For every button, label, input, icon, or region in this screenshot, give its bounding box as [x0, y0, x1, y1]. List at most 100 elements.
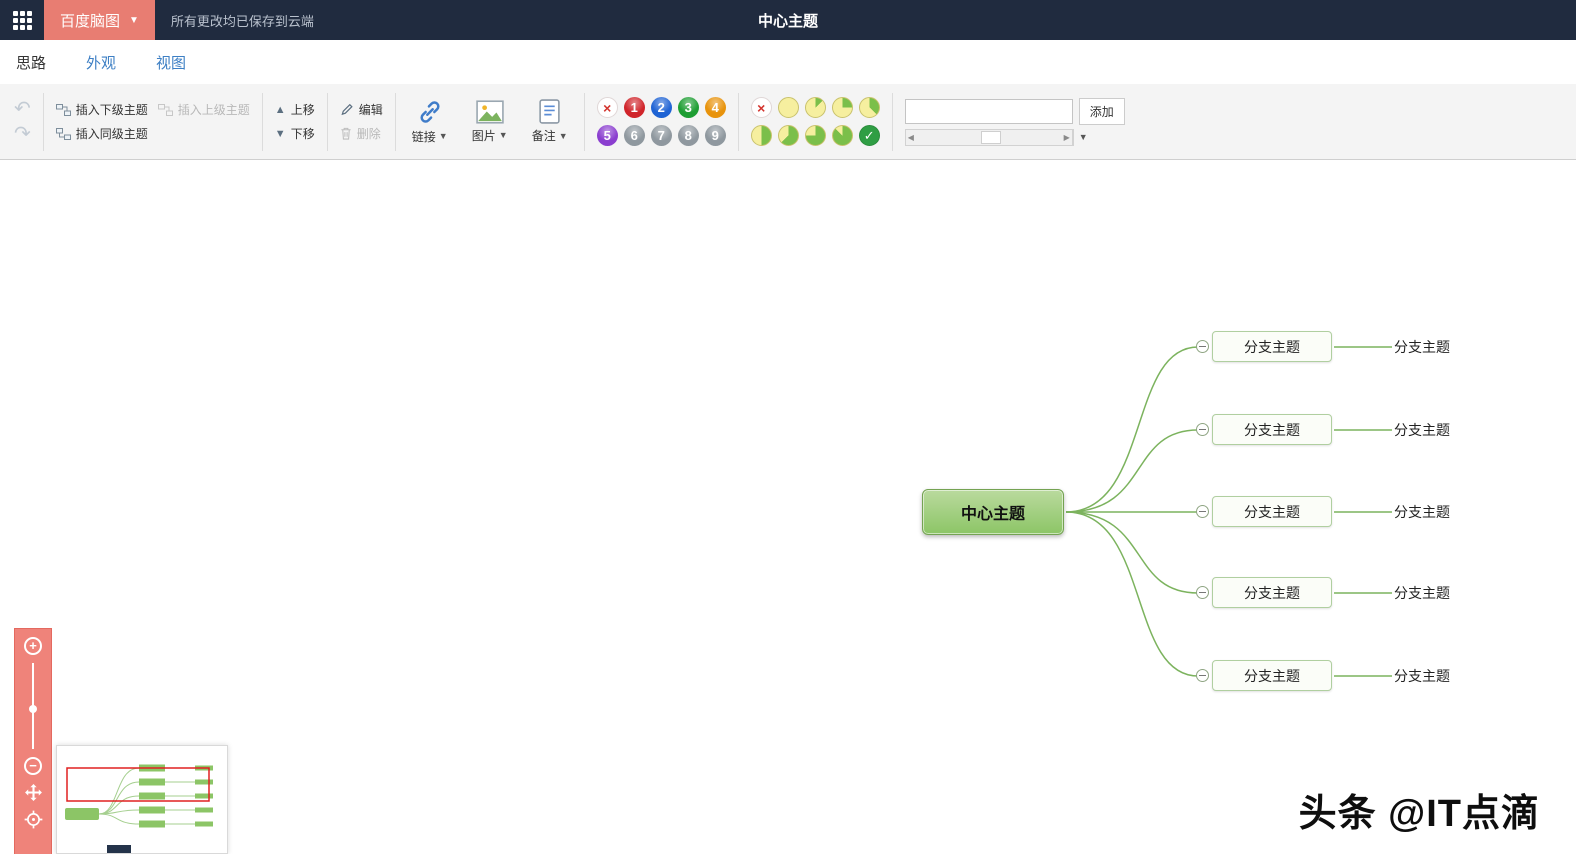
collapse-icon[interactable]: [1196, 340, 1209, 353]
priority-8-icon[interactable]: 8: [677, 125, 699, 146]
watermark: 头条 @IT点滴: [1298, 793, 1540, 835]
progress-2-icon[interactable]: [831, 97, 853, 118]
chevron-down-icon: ▼: [558, 130, 568, 141]
image-button[interactable]: 图片 ▼: [468, 99, 512, 144]
tag-scrollbar[interactable]: ◀ ▶: [904, 128, 1073, 146]
branch-node[interactable]: 分支主题: [1212, 496, 1332, 527]
zoom-out-button[interactable]: −: [24, 757, 42, 775]
divider: [261, 92, 263, 151]
progress-4-icon[interactable]: [750, 125, 772, 146]
crosshair-icon: [24, 810, 42, 829]
brand-label: 百度脑图: [60, 12, 121, 30]
tag-group: 添加 ◀ ▶ ▼: [897, 97, 1133, 146]
sub-topic-node[interactable]: 分支主题: [1394, 583, 1450, 603]
ribbon-tabbar: 思路 外观 视图: [0, 40, 1576, 84]
progress-6-icon[interactable]: [804, 125, 826, 146]
document-title: 中心主题: [757, 12, 819, 30]
scroll-right-icon[interactable]: ▶: [1064, 133, 1070, 142]
link-icon: [420, 100, 440, 123]
priority-4-icon[interactable]: 4: [704, 97, 726, 118]
chevron-down-icon: ▼: [129, 14, 139, 26]
branch-node[interactable]: 分支主题: [1212, 577, 1332, 608]
save-status: 所有更改均已保存到云端: [170, 13, 314, 29]
tab-view[interactable]: 视图: [154, 48, 188, 77]
insert-child-button[interactable]: 插入下级主题: [55, 101, 148, 118]
insert-sibling-button[interactable]: 插入同级主题: [55, 125, 148, 142]
tag-input[interactable]: [904, 98, 1073, 124]
mindmap-canvas[interactable]: 中心主题 分支主题 分支主题 分支主题 分支主题 分支主题 分支主题 分支主题 …: [0, 160, 1576, 854]
priority-2-icon[interactable]: 2: [650, 97, 672, 118]
tag-expand-button[interactable]: ▼: [1072, 128, 1093, 146]
collapse-icon[interactable]: [1196, 423, 1209, 436]
arrow-up-icon: ▲: [274, 103, 286, 116]
priority-remove-icon[interactable]: ×: [596, 97, 618, 118]
move-icon: [24, 784, 42, 801]
collapse-icon[interactable]: [1196, 586, 1209, 599]
sub-topic-node[interactable]: 分支主题: [1394, 502, 1450, 522]
edit-button[interactable]: 编辑: [340, 101, 383, 118]
priority-9-icon[interactable]: 9: [704, 125, 726, 146]
toolbar: ↶ ↷ 插入下级主题 插入上级主题 插入同级主题 ▲ 上移 ▼ 下移 编辑 删除…: [0, 84, 1576, 160]
tab-appearance[interactable]: 外观: [84, 48, 118, 77]
progress-3-icon[interactable]: [858, 97, 880, 118]
zoom-slider-thumb[interactable]: [29, 705, 37, 713]
pencil-icon: [341, 103, 353, 116]
redo-icon[interactable]: ↷: [14, 124, 31, 144]
insert-child-icon: [55, 103, 71, 116]
priority-7-icon[interactable]: 7: [650, 125, 672, 146]
collapse-icon[interactable]: [1196, 505, 1209, 518]
progress-5-icon[interactable]: [777, 125, 799, 146]
app-window: 百度脑图 ▼ 所有更改均已保存到云端 中心主题 思路 外观 视图 ↶ ↷ 插入下…: [0, 0, 1576, 854]
zoom-in-button[interactable]: +: [24, 637, 42, 655]
chevron-down-icon: ▼: [498, 130, 508, 140]
delete-button[interactable]: 删除: [340, 125, 383, 142]
sub-topic-node[interactable]: 分支主题: [1394, 337, 1450, 357]
app-grid-menu-button[interactable]: [0, 0, 44, 40]
scroll-thumb[interactable]: [980, 130, 1001, 144]
insert-sibling-icon: [55, 127, 71, 140]
branch-node[interactable]: 分支主题: [1212, 414, 1332, 445]
arrow-down-icon: ▼: [274, 127, 286, 140]
progress-group: × ✓: [743, 97, 888, 146]
tab-idea[interactable]: 思路: [14, 48, 48, 77]
grid-icon: [12, 10, 32, 30]
tag-add-button[interactable]: 添加: [1078, 97, 1125, 125]
progress-0-icon[interactable]: [777, 97, 799, 118]
insert-group: 插入下级主题 插入上级主题 插入同级主题: [48, 101, 258, 142]
progress-remove-icon[interactable]: ×: [750, 97, 772, 118]
minimap[interactable]: [56, 745, 228, 854]
sub-topic-node[interactable]: 分支主题: [1394, 666, 1450, 686]
priority-group: × 1 2 3 4 5 6 7 8 9: [589, 97, 734, 146]
link-button[interactable]: 链接 ▼: [408, 99, 452, 145]
history-group: ↶ ↷: [6, 99, 39, 144]
locate-center-button[interactable]: [24, 810, 43, 829]
branch-node[interactable]: 分支主题: [1212, 660, 1332, 691]
scroll-left-icon[interactable]: ◀: [908, 133, 914, 142]
priority-3-icon[interactable]: 3: [677, 97, 699, 118]
brand-menu-button[interactable]: 百度脑图 ▼: [44, 0, 155, 40]
priority-6-icon[interactable]: 6: [623, 125, 645, 146]
mindmap-connectors: [1065, 346, 1392, 677]
priority-1-icon[interactable]: 1: [623, 97, 645, 118]
progress-7-icon[interactable]: [831, 125, 853, 146]
move-up-button[interactable]: ▲ 上移: [275, 101, 315, 118]
divider: [326, 92, 328, 151]
minimap-preview: [65, 764, 213, 853]
undo-icon[interactable]: ↶: [14, 99, 31, 119]
progress-done-icon[interactable]: ✓: [858, 125, 880, 146]
edit-group: 编辑 删除: [332, 101, 391, 142]
divider: [42, 92, 44, 151]
top-bar: 百度脑图 ▼ 所有更改均已保存到云端 中心主题: [0, 0, 1576, 40]
collapse-icon[interactable]: [1196, 669, 1209, 682]
root-topic-node[interactable]: 中心主题: [922, 489, 1064, 535]
branch-node[interactable]: 分支主题: [1212, 331, 1332, 362]
pan-tool-button[interactable]: [24, 783, 43, 802]
insert-parent-button[interactable]: 插入上级主题: [157, 101, 250, 118]
note-button[interactable]: 备注 ▼: [528, 99, 572, 144]
move-down-button[interactable]: ▼ 下移: [275, 125, 315, 142]
progress-1-icon[interactable]: [804, 97, 826, 118]
note-icon: [539, 99, 560, 124]
sub-topic-node[interactable]: 分支主题: [1394, 420, 1450, 440]
zoom-slider[interactable]: [29, 663, 37, 749]
priority-5-icon[interactable]: 5: [596, 125, 618, 146]
